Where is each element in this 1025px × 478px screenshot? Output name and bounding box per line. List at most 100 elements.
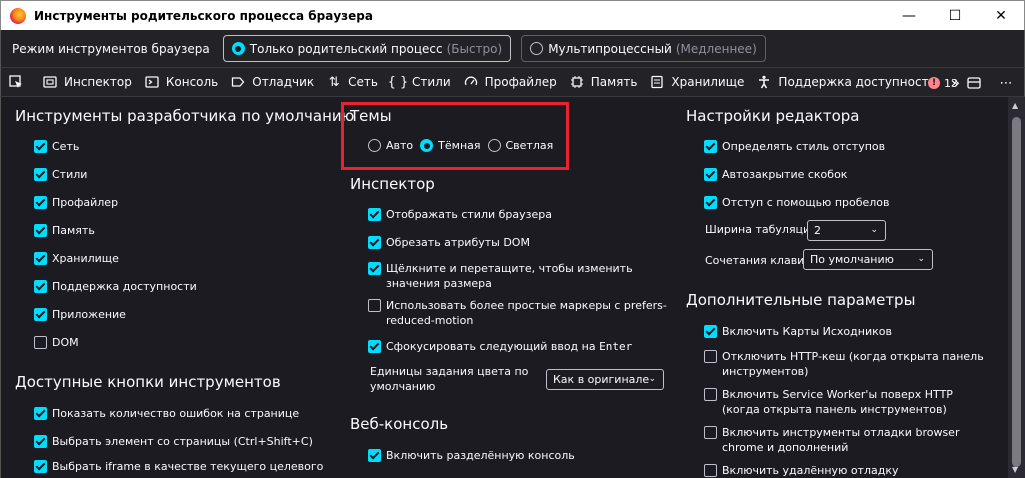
scroll-up-arrow-icon[interactable]: ▲ [1012, 101, 1018, 110]
checkbox-source-maps[interactable]: Включить Карты Исходников [704, 324, 892, 339]
checkbox-unchecked-icon [704, 426, 717, 439]
keybind-select[interactable]: По умолчанию ⌄ [803, 249, 933, 270]
chevron-down-icon: ⌄ [917, 254, 925, 264]
checkbox-truncate-dom[interactable]: Обрезать атрибуты DOM [368, 235, 530, 250]
checkbox-application[interactable]: Приложение [34, 307, 126, 322]
checkbox-label: Память [52, 224, 95, 237]
checkbox-error-count[interactable]: Показать количество ошибок на странице [34, 406, 299, 421]
checkbox-service-workers[interactable]: Включить Service Worker'ы поверх HTTP (к… [704, 387, 994, 417]
tab-profiler[interactable]: Профайлер [463, 67, 557, 97]
mode-option-label: Только родительский процесс [249, 41, 443, 56]
tab-label: Консоль [165, 75, 219, 89]
checkbox-chrome-debugging[interactable]: Включить инструменты отладки browser chr… [704, 425, 994, 455]
inspector-heading: Инспектор [350, 175, 435, 193]
element-picker-button[interactable] [8, 67, 30, 97]
checkbox-label: Определять стиль отступов [722, 140, 886, 153]
tab-network[interactable]: ⇅ Сеть [326, 67, 378, 97]
checkbox-label: Автозакрытие скобок [722, 168, 848, 181]
tab-styles[interactable]: { } Стили [388, 67, 451, 97]
checkbox-checked-icon [34, 140, 47, 153]
checkbox-profiler[interactable]: Профайлер [34, 195, 118, 210]
tab-label: Инспектор [64, 75, 132, 89]
checkbox-auto-close[interactable]: Автозакрытие скобок [704, 167, 847, 182]
checkbox-styles[interactable]: Стили [34, 167, 87, 182]
checkbox-storage[interactable]: Хранилище [34, 251, 119, 266]
checkbox-remote-debugging[interactable]: Включить удалённую отладку [704, 463, 994, 478]
tab-label: Хранилище [671, 75, 745, 89]
toolbar-right: ! 13 ⋯ [928, 68, 1024, 98]
color-units-select[interactable]: Как в оригинале ⌄ [546, 369, 664, 390]
tab-memory[interactable]: Память [569, 67, 638, 97]
checkbox-label: Щёлкните и перетащите, чтобы изменить зн… [386, 262, 633, 290]
checkbox-detect-indent[interactable]: Определять стиль отступов [704, 139, 885, 154]
checkbox-label: Выбрать iframe в качестве текущего целев… [52, 460, 324, 473]
checkbox-indent-spaces[interactable]: Отступ с помощью пробелов [704, 195, 890, 210]
checkbox-label: Отключить HTTP-кеш (когда открыта панель… [722, 350, 984, 378]
tab-inspector[interactable]: Инспектор [42, 67, 132, 97]
checkbox-browser-styles[interactable]: Отображать стили браузера [368, 207, 552, 222]
window-title: Инструменты родительского процесса брауз… [34, 8, 373, 23]
mode-multiprocess-option[interactable]: Мультипроцессный (Медленнее) [521, 35, 766, 62]
checkbox-accessibility[interactable]: Поддержка доступности [34, 279, 197, 294]
checkbox-label: Включить разделённую консоль [386, 449, 575, 462]
checkbox-checked-icon [368, 236, 381, 249]
checkbox-checked-icon [704, 196, 717, 209]
element-picker-icon [8, 74, 24, 90]
checkbox-split-console[interactable]: Включить разделённую консоль [368, 448, 575, 463]
checkbox-dom[interactable]: DOM [34, 335, 79, 350]
scroll-down-arrow-icon[interactable]: ▼ [1012, 465, 1018, 474]
vertical-scrollbar[interactable]: ▲ ▼ [1008, 97, 1025, 478]
memory-chip-icon [569, 74, 585, 90]
checkbox-pick-element[interactable]: Выбрать элемент со страницы (Ctrl+Shift+… [34, 434, 313, 449]
error-icon: ! [928, 77, 940, 89]
checkbox-label: Сфокусировать следующий ввод на [386, 340, 600, 353]
checkbox-network[interactable]: Сеть [34, 139, 79, 154]
error-count-badge[interactable]: ! 13 [928, 77, 958, 90]
devtools-toolbar: Инспектор Консоль Отладчик ⇅ Сеть { } Ст… [0, 67, 1025, 97]
mode-option-hint: (Быстро) [446, 41, 503, 56]
checkbox-focus-enter[interactable]: Сфокусировать следующий ввод на Enter [368, 339, 632, 354]
checkbox-label: Обрезать атрибуты DOM [386, 236, 530, 249]
checkbox-label: Поддержка доступности [52, 280, 197, 293]
error-count: 13 [944, 76, 958, 90]
checkbox-drag-edit[interactable]: Щёлкните и перетащите, чтобы изменить зн… [368, 261, 668, 291]
checkbox-disable-cache[interactable]: Отключить HTTP-кеш (когда открыта панель… [704, 349, 994, 379]
checkbox-label: DOM [52, 336, 79, 349]
advanced-heading: Дополнительные параметры [686, 291, 916, 309]
checkbox-unchecked-icon [368, 299, 381, 312]
window-controls: — ☐ ✕ [886, 1, 1024, 30]
accessibility-person-icon [756, 74, 772, 90]
minimize-button[interactable]: — [886, 1, 932, 30]
mode-parent-only-option[interactable]: Только родительский процесс (Быстро) [222, 35, 512, 62]
checkbox-label: Хранилище [52, 252, 119, 265]
tab-width-label: Ширина табуляции [705, 223, 818, 236]
enter-key-code: Enter [599, 340, 633, 353]
checkbox-reduced-motion[interactable]: Использовать более простые маркеры с pre… [368, 298, 668, 328]
select-value: Как в оригинале [553, 373, 650, 386]
mode-option-hint: (Медленнее) [675, 41, 757, 56]
checkbox-memory[interactable]: Память [34, 223, 95, 238]
checkbox-unchecked-icon [34, 336, 47, 349]
themes-highlight-box [341, 102, 569, 170]
tab-accessibility[interactable]: Поддержка доступности [756, 67, 936, 97]
menu-button[interactable]: ⋯ [998, 68, 1020, 98]
gauge-icon [463, 74, 479, 90]
tab-label: Поддержка доступности [778, 75, 937, 89]
debugger-icon [230, 74, 246, 90]
tab-label: Память [590, 75, 638, 89]
console-icon [144, 74, 160, 90]
close-button[interactable]: ✕ [978, 1, 1024, 30]
firefox-logo-icon [10, 7, 26, 24]
tab-width-select[interactable]: 2 ⌄ [807, 220, 886, 241]
maximize-button[interactable]: ☐ [932, 1, 978, 30]
checkbox-label: Сеть [52, 140, 80, 153]
dock-options-button[interactable] [966, 68, 988, 98]
tab-debugger[interactable]: Отладчик [230, 67, 314, 97]
checkbox-checked-icon [34, 460, 47, 473]
tab-console[interactable]: Консоль [144, 67, 218, 97]
scrollbar-thumb[interactable] [1012, 117, 1021, 467]
checkbox-pick-iframe[interactable]: Выбрать iframe в качестве текущего целев… [34, 459, 323, 474]
window-titlebar: Инструменты родительского процесса брауз… [0, 0, 1025, 30]
tab-storage[interactable]: Хранилище [649, 67, 744, 97]
checkbox-checked-icon [34, 280, 47, 293]
